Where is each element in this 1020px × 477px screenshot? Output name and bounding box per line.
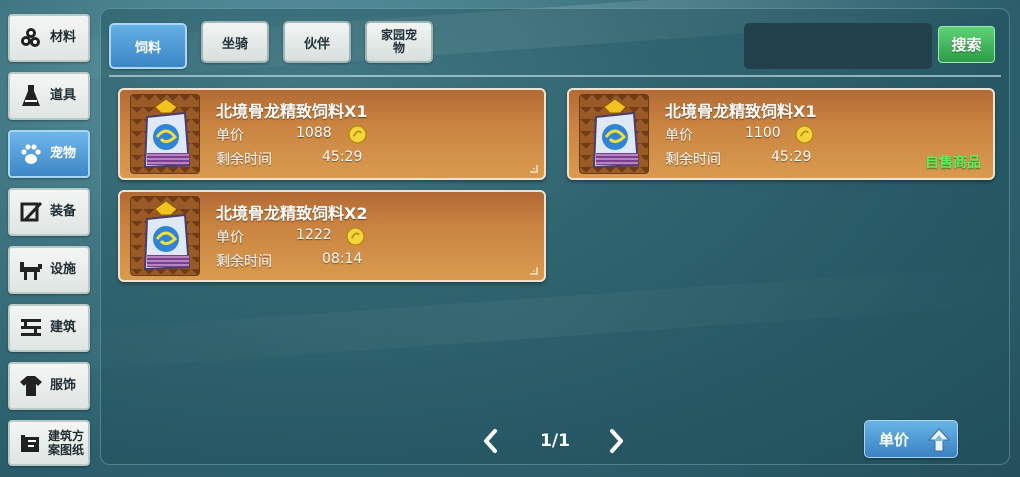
self-listed-tag: 自售商品 [925,155,981,171]
sidebar-item-equipment[interactable]: 装备 [8,188,90,236]
coin-icon [795,125,814,144]
time-remaining: 08:14 [322,251,363,267]
sidebar-item-label: 服饰 [50,378,77,393]
item-thumbnail [579,94,649,174]
category-sidebar: 材料 道具 宠物 装备 设施 建筑 服饰 建筑方案图纸 [6,10,92,466]
sidebar-item-label: 装备 [50,204,77,219]
sidebar-item-label: 建筑方案图纸 [48,429,85,457]
page-indicator: 1/1 [540,431,570,451]
sidebar-item-buildings[interactable]: 建筑 [8,304,90,352]
potion-icon [18,83,44,109]
sidebar-item-materials[interactable]: 材料 [8,14,90,62]
price-label: 单价 [216,230,244,246]
facility-icon [18,257,44,283]
materials-icon [18,25,44,51]
listing-card[interactable]: 北境骨龙精致饲料X1 单价 1088 剩余时间 45:29 [118,88,546,180]
equipment-icon [18,199,44,225]
time-label: 剩余时间 [665,152,721,168]
price-label: 单价 [216,128,244,144]
clothing-icon [18,373,44,399]
time-label: 剩余时间 [216,152,272,168]
feed-bag-icon [143,200,191,271]
sort-by-price-button[interactable]: 单价 [864,420,958,458]
sidebar-item-facilities[interactable]: 设施 [8,246,90,294]
item-thumbnail [130,94,200,174]
item-name: 北境骨龙精致饲料X1 [216,102,368,121]
time-remaining: 45:29 [322,149,363,165]
sidebar-item-label: 设施 [50,262,77,277]
sidebar-item-label: 建筑 [50,320,77,335]
time-remaining: 45:29 [771,149,812,165]
blueprint-icon [18,430,42,456]
search-button-label: 搜索 [951,36,982,54]
item-price: 1222 [296,227,332,243]
corner-mark-icon [530,165,538,173]
tab-feed[interactable]: 饲料 [109,23,187,69]
item-name: 北境骨龙精致饲料X2 [216,204,368,223]
paw-icon [18,141,44,167]
tab-label: 伙伴 [303,36,330,52]
item-price: 1088 [296,125,332,141]
subcategory-tabs: 饲料 坐骑 伙伴 家园宠物 [109,21,433,69]
sidebar-item-clothing[interactable]: 服饰 [8,362,90,410]
tab-label: 坐骑 [221,36,248,52]
tab-label: 饲料 [134,40,161,56]
coin-icon [346,227,365,246]
building-icon [18,315,44,341]
item-price: 1100 [745,125,781,141]
feed-bag-icon [143,98,191,169]
item-thumbnail [130,196,200,276]
divider [109,75,1001,77]
sort-label: 单价 [879,431,910,449]
listing-card[interactable]: 北境骨龙精致饲料X1 单价 1100 剩余时间 45:29 自售商品 [567,88,995,180]
tab-home-pets[interactable]: 家园宠物 [365,21,433,63]
previous-page-button[interactable] [481,428,499,454]
sidebar-item-blueprints[interactable]: 建筑方案图纸 [8,420,90,466]
corner-mark-icon [530,267,538,275]
feed-bag-icon [592,98,640,169]
sidebar-item-items[interactable]: 道具 [8,72,90,120]
sort-ascending-icon [927,428,951,452]
next-page-button[interactable] [608,428,626,454]
search-button[interactable]: 搜索 [938,26,995,63]
tab-mounts[interactable]: 坐骑 [201,21,269,63]
time-label: 剩余时间 [216,254,272,270]
search-input[interactable] [744,23,932,69]
sidebar-item-pets[interactable]: 宠物 [8,130,90,178]
tab-partners[interactable]: 伙伴 [283,21,351,63]
market-panel: 饲料 坐骑 伙伴 家园宠物 搜索 北境骨龙精致饲料X1 单价 1088 剩余时间… [100,8,1010,465]
sidebar-item-label: 材料 [50,30,77,45]
coin-icon [348,125,367,144]
sidebar-item-label: 宠物 [50,146,77,161]
tab-label: 家园宠物 [380,28,417,55]
item-name: 北境骨龙精致饲料X1 [665,102,817,121]
price-label: 单价 [665,128,693,144]
sidebar-item-label: 道具 [50,88,77,103]
listing-card[interactable]: 北境骨龙精致饲料X2 单价 1222 剩余时间 08:14 [118,190,546,282]
